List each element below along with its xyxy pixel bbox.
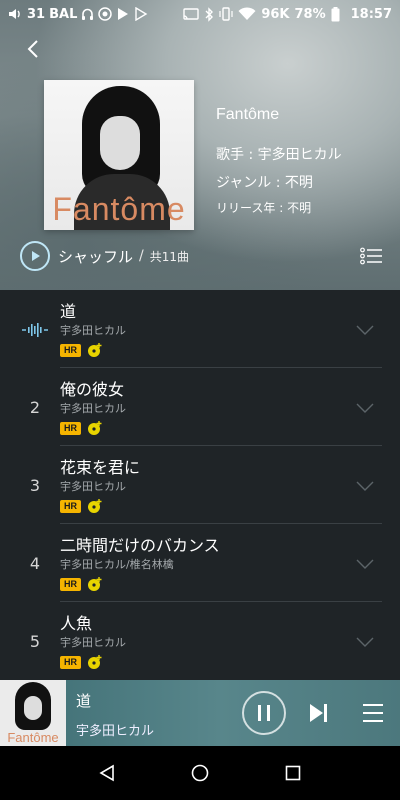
track-artist: 宇多田ヒカル [60,636,126,649]
app-icon [98,6,113,22]
player-track-title: 道 [76,692,92,710]
wifi-icon [238,6,256,22]
album-artist: 歌手 : 宇多田ヒカル [216,147,342,163]
vibrate-icon [219,6,233,22]
play-store-icon [134,6,148,22]
album-year: リリース年 : 不明 [216,201,312,215]
hi-res-badge: HR [60,655,81,669]
headphones-icon [81,6,94,22]
mini-player[interactable]: Fantôme 道 宇多田ヒカル [0,680,400,746]
expand-chevron-icon[interactable] [356,398,374,417]
bal-label: BAL [49,6,78,22]
album-header: 31 BAL 96K 78% 18:57 Fantôme Fantôme 歌手 … [0,0,400,290]
list-item[interactable]: 3 花束を君に 宇多田ヒカル HR [0,446,400,524]
track-artist: 宇多田ヒカル [60,324,126,337]
cast-icon [183,6,200,22]
disc-plus-icon [87,342,103,358]
hi-res-badge: HR [60,343,81,357]
disc-plus-icon [87,576,103,592]
volume-icon [8,6,23,22]
list-item[interactable]: 4 二時間だけのバカンス 宇多田ヒカル/椎名林檎 HR [0,524,400,602]
hi-res-badge: HR [60,577,81,591]
album-genre: ジャンル : 不明 [216,175,313,191]
expand-chevron-icon[interactable] [356,632,374,651]
list-icon [360,247,382,265]
disc-plus-icon [87,498,103,514]
skip-next-icon [310,704,327,722]
track-title: 道 [60,302,77,321]
track-list: 道 宇多田ヒカル HR 2 俺の彼女 宇多田ヒカル HR 3 花束を君に 宇多田… [0,290,400,680]
track-title: 花束を君に [60,458,141,477]
play-icon [32,251,40,261]
thumb-title-text: Fantôme [7,730,59,745]
home-circle-icon [191,764,209,782]
clock: 18:57 [350,6,392,22]
system-nav-bar [0,746,400,800]
hi-res-badge: HR [60,499,81,513]
pause-button[interactable] [242,691,286,735]
next-track-button[interactable] [306,701,330,725]
status-bar: 31 BAL 96K 78% 18:57 [0,0,400,28]
back-triangle-icon [99,764,114,782]
back-button[interactable] [22,38,44,60]
album-cover: Fantôme [44,80,194,230]
track-title: 人魚 [60,614,93,633]
battery-level: 78% [294,6,326,22]
expand-chevron-icon[interactable] [356,320,374,339]
track-count: 共11曲 [149,249,190,264]
playlist-menu-button[interactable] [362,701,384,725]
bluetooth-icon [204,6,214,22]
track-title: 俺の彼女 [60,380,125,399]
disc-plus-icon [87,654,103,670]
battery-icon [331,6,340,22]
list-item[interactable]: 5 人魚 宇多田ヒカル HR [0,602,400,680]
track-artist: 宇多田ヒカル [60,402,126,415]
album-title: Fantôme [216,106,280,123]
edit-list-button[interactable] [360,247,382,265]
track-title: 二時間だけのバカンス [60,536,220,555]
chevron-left-icon [27,40,38,58]
track-artist: 宇多田ヒカル/椎名林檎 [60,558,174,571]
recents-square-icon [286,765,301,781]
media-app-icon [116,6,130,22]
player-track-artist: 宇多田ヒカル [76,724,155,739]
expand-chevron-icon[interactable] [356,476,374,495]
track-artist: 宇多田ヒカル [60,480,126,493]
now-playing-icon [22,322,48,341]
shuffle-row: シャッフル / 共11曲 [20,240,382,272]
shuffle-separator: / [139,248,144,264]
pause-icon [258,705,270,721]
list-item[interactable]: 道 宇多田ヒカル HR [0,290,400,368]
shuffle-label[interactable]: シャッフル [58,246,133,267]
shuffle-play-button[interactable] [20,241,50,271]
player-album-thumb[interactable]: Fantôme [0,680,66,746]
expand-chevron-icon[interactable] [356,554,374,573]
network-speed: 96K [261,6,290,22]
disc-plus-icon [87,420,103,436]
nav-back-button[interactable] [95,761,119,785]
hi-res-badge: HR [60,421,81,435]
cover-title-text: Fantôme [52,191,186,227]
nav-recents-button[interactable] [281,761,305,785]
menu-icon [363,704,383,722]
volume-level: 31 [27,6,46,22]
list-item[interactable]: 2 俺の彼女 宇多田ヒカル HR [0,368,400,446]
nav-home-button[interactable] [188,761,212,785]
